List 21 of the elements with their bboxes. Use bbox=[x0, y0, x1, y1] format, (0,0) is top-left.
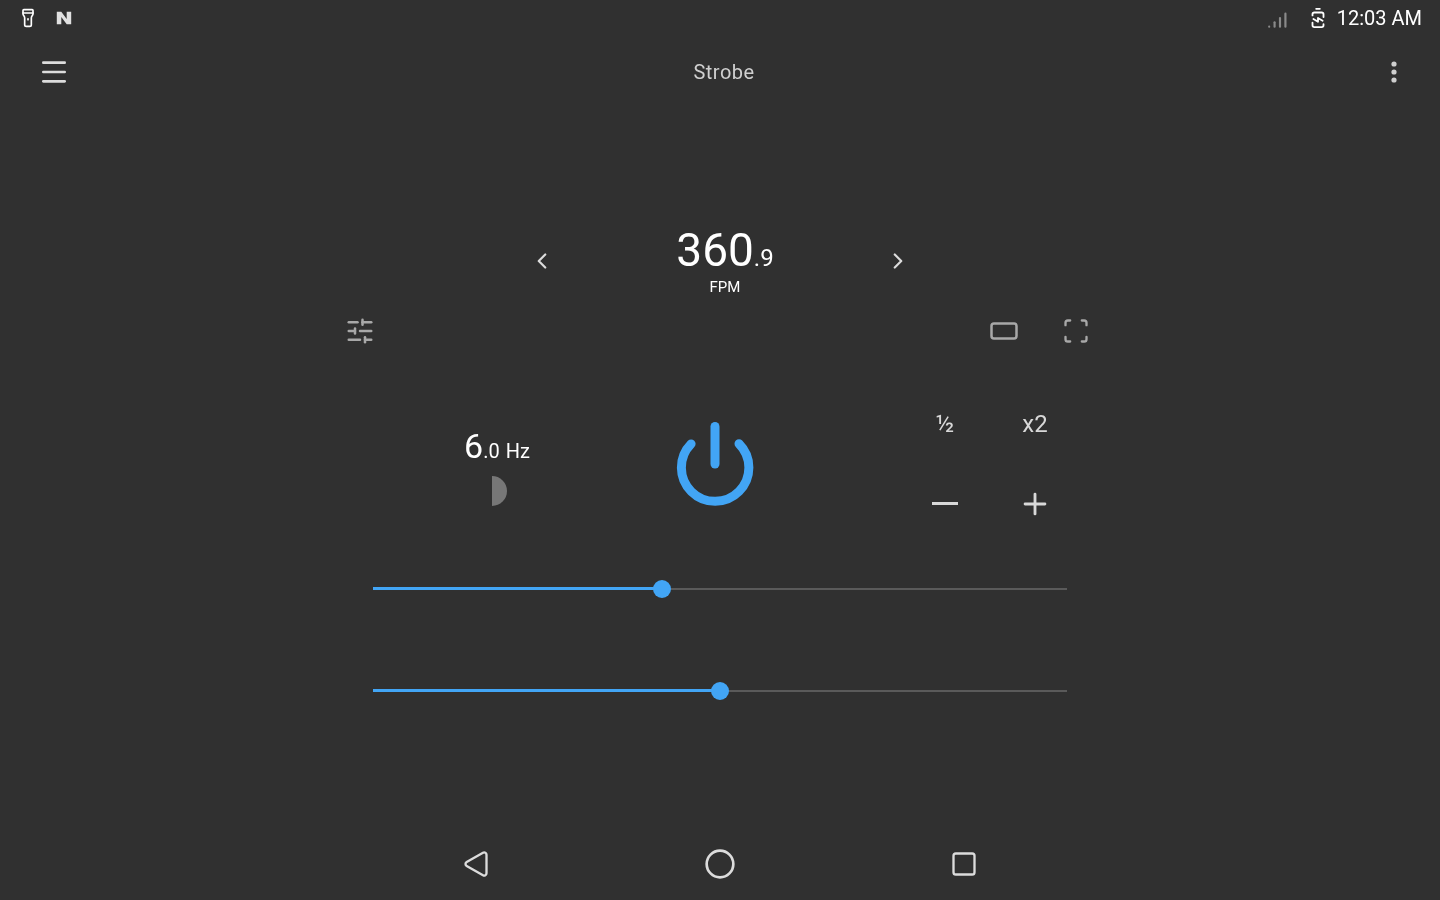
toolbar-title: Strobe bbox=[692, 59, 756, 86]
slider-thumb[interactable] bbox=[711, 681, 729, 700]
more-icon bbox=[1391, 61, 1397, 83]
multiplier-button[interactable]: x2 bbox=[990, 403, 1080, 444]
multiplier-button[interactable]: ½ bbox=[900, 403, 990, 444]
rate-unit: FPM bbox=[709, 277, 741, 298]
slider[interactable] bbox=[373, 680, 1067, 701]
frequency-decimal: .0 bbox=[483, 438, 500, 465]
fullscreen-icon bbox=[1062, 316, 1090, 345]
minus-icon bbox=[932, 502, 958, 505]
home-icon bbox=[704, 848, 736, 880]
back-icon bbox=[462, 850, 490, 878]
slider[interactable] bbox=[373, 578, 1067, 599]
frequency-value: 6 bbox=[464, 425, 484, 468]
slider-thumb[interactable] bbox=[653, 579, 672, 598]
status-time: 12:03 AM bbox=[1336, 5, 1422, 32]
frequency-unit: Hz bbox=[505, 438, 530, 465]
square-icon bbox=[950, 850, 978, 878]
rate-value: 360 bbox=[676, 224, 754, 276]
half-moon-icon bbox=[492, 476, 508, 506]
rate-decimal: .9 bbox=[753, 243, 774, 274]
